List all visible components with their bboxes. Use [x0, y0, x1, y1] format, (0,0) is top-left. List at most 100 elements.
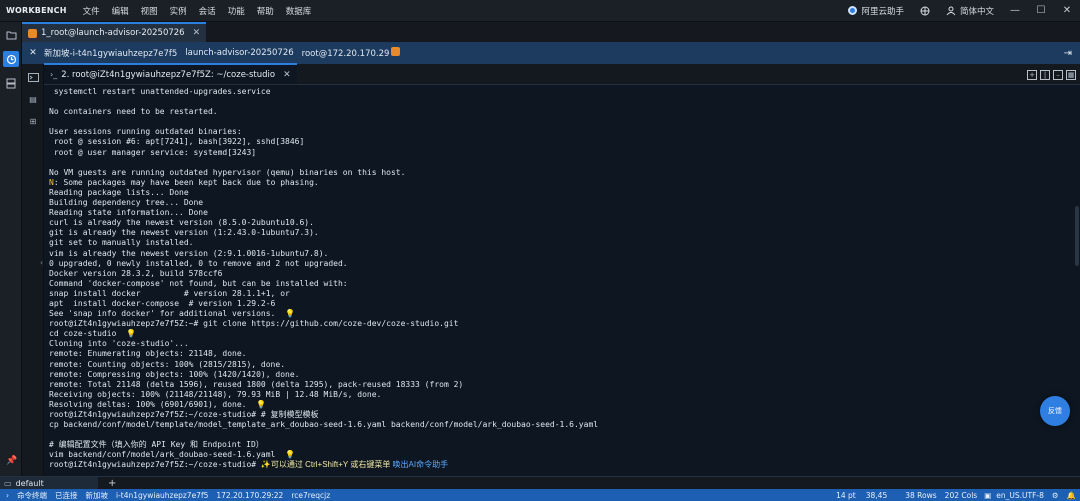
session-tab[interactable]: 1_root@launch-advisor-20250726 ✕: [22, 22, 207, 42]
terminal-line-text: remote: Compressing objects: 100% (1420/…: [49, 369, 300, 379]
layout-icon[interactable]: ▦: [1066, 70, 1076, 80]
terminal-panel-button[interactable]: [26, 70, 40, 84]
status-rows: 38 Rows: [905, 490, 937, 500]
terminal-line: root@iZt4n1gywiauhzepz7e7f5Z:~/coze-stud…: [49, 410, 1074, 420]
split-horizontal-icon[interactable]: –: [1053, 70, 1063, 80]
terminal-line-text: cd coze-studio: [49, 329, 117, 339]
more-panel-button[interactable]: ⊞: [26, 114, 40, 128]
terminal-line: remote: Compressing objects: 100% (1420/…: [49, 370, 1074, 380]
left-sidebar: [0, 22, 22, 490]
close-terminal-tab-icon[interactable]: ✕: [283, 70, 291, 80]
instance-icon: [391, 47, 401, 56]
ai-suggestion-icon[interactable]: 💡: [116, 329, 136, 338]
minimize-icon: —: [1010, 5, 1020, 16]
add-pane-icon[interactable]: +: [1027, 70, 1037, 80]
maximize-button[interactable]: ☐: [1028, 0, 1054, 22]
session-tab-label: 1_root@launch-advisor-20250726: [41, 28, 185, 38]
terminal-output[interactable]: systemctl restart unattended-upgrades.se…: [44, 86, 1074, 476]
assistant-label: 阿里云助手: [861, 6, 904, 17]
menu-session[interactable]: 会话: [193, 5, 222, 17]
terminal-line: 0 upgraded, 0 newly installed, 0 to remo…: [49, 259, 1074, 269]
server-button[interactable]: [3, 75, 19, 91]
close-window-button[interactable]: ✕: [1054, 0, 1080, 22]
ai-suggestion-icon[interactable]: 💡: [275, 309, 295, 318]
terminal-line-text: git set to manually installed.: [49, 238, 194, 248]
add-tab-icon[interactable]: +: [98, 478, 116, 489]
terminal-line-text: : Some packages may have been kept back …: [53, 177, 319, 187]
close-icon: ✕: [1062, 5, 1072, 16]
menu-features[interactable]: 功能: [222, 5, 251, 17]
terminal-line: Receiving objects: 100% (21148/21148), 7…: [49, 390, 1074, 400]
close-tab-icon[interactable]: ✕: [193, 28, 201, 38]
menu-instance[interactable]: 实例: [164, 5, 193, 17]
pin-icon[interactable]: 📌: [6, 456, 17, 466]
settings-icon[interactable]: ⚙: [1048, 491, 1063, 500]
connection-login-text: root@172.20.170.29: [301, 49, 390, 59]
terminal-line: curl is already the newest version (8.5.…: [49, 218, 1074, 228]
language-button[interactable]: 简体中文: [938, 5, 1002, 17]
instance-icon: [28, 28, 37, 38]
terminal-line-text: Command 'docker-compose' not found, but …: [49, 278, 348, 288]
terminal-line-text: # 编辑配置文件（填入你的 API Key 和 Endpoint ID）: [49, 440, 264, 450]
ai-hint-text: 可以通过 Ctrl+Shift+Y 或右键菜单: [270, 460, 393, 470]
status-ip: 172.20.170.29:22: [216, 490, 284, 500]
bell-icon[interactable]: 🔔: [1063, 491, 1080, 500]
ai-suggestion-icon[interactable]: 💡: [275, 450, 295, 459]
terminal-line-text: Reading package lists... Done: [49, 187, 189, 197]
menu-edit[interactable]: 编辑: [106, 5, 135, 17]
terminal-scrollbar[interactable]: [1074, 86, 1080, 476]
folder-button[interactable]: [3, 27, 19, 43]
chevron-up-icon[interactable]: ›: [0, 491, 13, 500]
terminal-line-text: Resolving deltas: 100% (6901/6901), done…: [49, 399, 247, 409]
assistant-button[interactable]: 阿里云助手: [840, 5, 912, 17]
file-panel-button[interactable]: ▤: [26, 92, 40, 106]
terminal-line: root @ user manager service: systemd[324…: [49, 148, 1074, 158]
default-tab[interactable]: ▭ default: [0, 476, 98, 490]
menu-help[interactable]: 帮助: [251, 5, 280, 17]
menu-file[interactable]: 文件: [77, 5, 106, 17]
terminal-line-text: remote: Total 21148 (delta 1596), reused…: [49, 379, 464, 389]
terminal-line-text: curl is already the newest version (8.5.…: [49, 218, 314, 228]
ai-suggestion-icon[interactable]: 💡: [246, 400, 266, 409]
feedback-button[interactable]: 反馈: [1040, 396, 1070, 426]
status-instance-id: i-t4n1gywiauhzepz7e7f5: [116, 490, 209, 500]
terminal-line-text: Building dependency tree... Done: [49, 198, 204, 208]
menu-database[interactable]: 数据库: [280, 5, 318, 17]
default-tab-label: default: [15, 478, 44, 488]
terminal-line: snap install docker # version 28.1.1+1, …: [49, 289, 1074, 299]
split-vertical-icon[interactable]: |: [1040, 70, 1050, 80]
connection-instance: 新加坡-i-t4n1gywiauhzepz7e7f5: [44, 49, 178, 59]
menubar-right: 阿里云助手 简体中文 — ☐ ✕: [840, 0, 1080, 21]
terminal-line-text: cp backend/conf/model/template/model_tem…: [49, 420, 599, 430]
language-icon: [946, 6, 956, 15]
terminal-line-text: systemctl restart unattended-upgrades.se…: [49, 87, 271, 96]
terminal-line-text: apt install docker-compose # version 1.2…: [49, 298, 276, 308]
status-connected: 已连接: [55, 490, 78, 500]
exit-icon[interactable]: ⇥: [1064, 48, 1080, 59]
assistant-icon: [848, 6, 858, 15]
status-cmd-terminal[interactable]: 命令终端: [13, 490, 51, 501]
feedback-label: 反馈: [1048, 407, 1062, 415]
terminal-line-text: root@iZt4n1gywiauhzepz7e7f5Z:~/coze-stud…: [49, 460, 261, 470]
terminal-line-text: No containers need to be restarted.: [49, 107, 218, 117]
globe-button[interactable]: [912, 6, 938, 16]
scroll-thumb[interactable]: [1075, 206, 1079, 266]
status-right: 14 pt 38,45 38 Rows 202 Cols ▣ en_US.UTF…: [832, 491, 1080, 500]
terminal-line: Building dependency tree... Done: [49, 198, 1074, 208]
terminal-line-text: root@iZt4n1gywiauhzepz7e7f5Z:~# git clon…: [49, 319, 459, 329]
status-encoding[interactable]: en_US.UTF-8: [992, 491, 1048, 500]
history-button[interactable]: [3, 51, 19, 67]
terminal-line: git set to manually installed.: [49, 238, 1074, 248]
terminal-tab-actions: + | – ▦: [1027, 70, 1080, 84]
ai-assistant-link[interactable]: 唤出AI命令助手: [393, 460, 449, 469]
terminal-line-text: vim is already the newest version (2:9.1…: [49, 248, 329, 258]
collapse-icon[interactable]: ✕: [22, 48, 44, 58]
minimize-button[interactable]: —: [1002, 0, 1028, 22]
terminal-line: cd coze-studio 💡: [49, 329, 1074, 339]
menu-view[interactable]: 视图: [135, 5, 164, 17]
terminal-line-text: Docker version 28.3.2, build 578ccf6: [49, 268, 223, 278]
status-font-size[interactable]: 14 pt: [832, 491, 862, 500]
terminal-tab[interactable]: ›_ 2. root@iZt4n1gywiauhzepz7e7f5Z: ~/co…: [44, 63, 297, 84]
